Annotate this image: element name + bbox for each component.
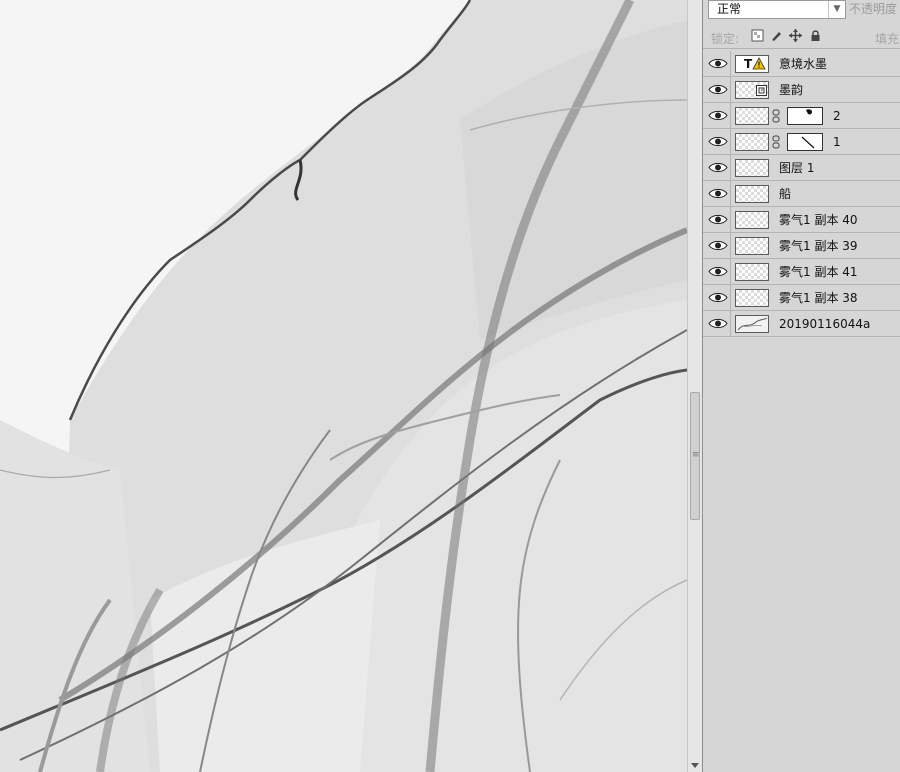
layer-name[interactable]: 1 bbox=[833, 129, 841, 155]
layer-name[interactable]: 船 bbox=[779, 181, 791, 207]
lock-label: 锁定: bbox=[711, 32, 740, 46]
layer-row[interactable]: 雾气1 副本 41 bbox=[703, 259, 900, 285]
eye-icon[interactable] bbox=[707, 238, 729, 253]
layer-row[interactable]: 墨韵 bbox=[703, 77, 900, 103]
eye-icon[interactable] bbox=[707, 160, 729, 175]
layer-name[interactable]: 雾气1 副本 41 bbox=[779, 259, 858, 285]
layer-row[interactable]: 2 bbox=[703, 103, 900, 129]
eye-icon[interactable] bbox=[707, 82, 729, 97]
layer-thumbnail bbox=[735, 107, 769, 125]
eye-icon[interactable] bbox=[707, 316, 729, 331]
layer-row[interactable]: T 意境水墨 bbox=[703, 51, 900, 77]
layer-thumbnail bbox=[735, 237, 769, 255]
eye-icon[interactable] bbox=[707, 186, 729, 201]
link-icon[interactable] bbox=[772, 109, 780, 123]
lock-row: 锁定: 填充 bbox=[703, 26, 900, 49]
layer-row[interactable]: 图层 1 bbox=[703, 155, 900, 181]
layer-name[interactable]: 图层 1 bbox=[779, 155, 814, 181]
layer-name[interactable]: 2 bbox=[833, 103, 841, 129]
layer-row[interactable]: 20190116044a bbox=[703, 311, 900, 337]
layer-thumbnail bbox=[735, 185, 769, 203]
divider bbox=[730, 129, 731, 155]
image-layer-thumbnail bbox=[735, 315, 769, 333]
layer-name[interactable]: 雾气1 副本 39 bbox=[779, 233, 858, 259]
move-icon[interactable] bbox=[789, 29, 802, 42]
layer-mask-thumbnail[interactable] bbox=[787, 133, 823, 151]
divider bbox=[730, 285, 731, 311]
layer-thumbnail bbox=[735, 81, 769, 99]
divider bbox=[730, 155, 731, 181]
layer-row[interactable]: 1 bbox=[703, 129, 900, 155]
eye-icon[interactable] bbox=[707, 290, 729, 305]
layer-name[interactable]: 意境水墨 bbox=[779, 51, 827, 77]
vertical-scrollbar[interactable]: ≡ bbox=[687, 0, 702, 772]
chevron-down-icon: ▼ bbox=[828, 1, 845, 18]
divider bbox=[730, 103, 731, 129]
divider bbox=[730, 77, 731, 103]
divider bbox=[730, 181, 731, 207]
link-icon[interactable] bbox=[772, 135, 780, 149]
eye-icon[interactable] bbox=[707, 212, 729, 227]
scroll-down-arrow-icon[interactable] bbox=[691, 763, 699, 768]
eye-icon[interactable] bbox=[707, 264, 729, 279]
layer-mask-thumbnail[interactable] bbox=[787, 107, 823, 125]
layer-row[interactable]: 雾气1 副本 40 bbox=[703, 207, 900, 233]
lock-transparent-icon[interactable] bbox=[751, 29, 764, 42]
layer-name[interactable]: 雾气1 副本 40 bbox=[779, 207, 858, 233]
divider bbox=[730, 311, 731, 337]
divider bbox=[730, 207, 731, 233]
scrollbar-thumb[interactable]: ≡ bbox=[690, 392, 700, 520]
layers-list: T 意境水墨 墨韵 2 1 图层 1 船 雾气1 副本 40 雾气1 副本 39… bbox=[703, 51, 900, 337]
divider bbox=[730, 259, 731, 285]
brush-icon[interactable] bbox=[770, 29, 783, 42]
layer-row[interactable]: 船 bbox=[703, 181, 900, 207]
divider bbox=[730, 233, 731, 259]
layer-row[interactable]: 雾气1 副本 38 bbox=[703, 285, 900, 311]
lock-all-icon[interactable] bbox=[809, 29, 822, 42]
divider bbox=[730, 51, 731, 77]
layer-name[interactable]: 墨韵 bbox=[779, 77, 803, 103]
eye-icon[interactable] bbox=[707, 134, 729, 149]
ink-wash-artwork bbox=[0, 0, 687, 772]
layer-name[interactable]: 20190116044a bbox=[779, 311, 870, 337]
blend-mode-dropdown[interactable]: 正常 ▼ bbox=[708, 0, 846, 19]
layer-thumbnail bbox=[735, 159, 769, 177]
opacity-label: 不透明度 bbox=[849, 2, 898, 16]
layer-row[interactable]: 雾气1 副本 39 bbox=[703, 233, 900, 259]
document-canvas[interactable] bbox=[0, 0, 687, 772]
smart-object-icon bbox=[756, 85, 767, 96]
layer-thumbnail bbox=[735, 263, 769, 281]
blend-row: 正常 ▼ 不透明度 bbox=[703, 0, 900, 22]
fill-label: 填充 bbox=[875, 32, 900, 46]
blend-mode-value: 正常 bbox=[717, 2, 742, 16]
layer-thumbnail bbox=[735, 211, 769, 229]
eye-icon[interactable] bbox=[707, 108, 729, 123]
layer-name[interactable]: 雾气1 副本 38 bbox=[779, 285, 858, 311]
warning-icon bbox=[752, 57, 766, 70]
layers-panel: 正常 ▼ 不透明度 锁定: 填充 T 意境水墨 墨韵 2 1 图层 1 船 雾气… bbox=[702, 0, 900, 772]
layer-thumbnail bbox=[735, 133, 769, 151]
layer-thumbnail bbox=[735, 289, 769, 307]
eye-icon[interactable] bbox=[707, 56, 729, 71]
text-layer-thumbnail: T bbox=[735, 55, 769, 73]
